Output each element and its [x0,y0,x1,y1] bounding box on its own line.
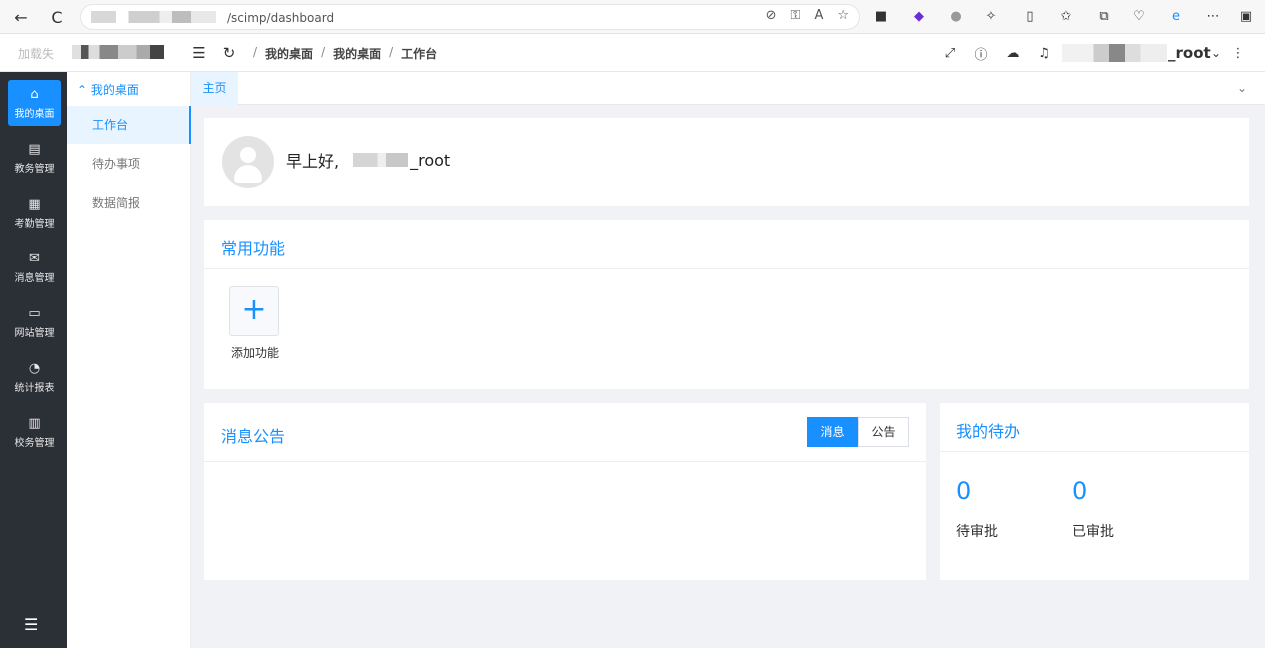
avatar [222,136,274,188]
breadcrumb-item[interactable]: 我的桌面 [265,45,313,62]
sidebar-item-messages[interactable]: ✉ 消息管理 [8,244,61,290]
sidebar-item-label: 统计报表 [14,382,55,394]
sidebar-item-label: 考勤管理 [14,218,55,230]
submenu-item-todo[interactable]: 待办事项 [67,145,191,183]
extension-icon[interactable]: ■ [873,8,889,24]
main-sidebar: ⌂ 我的桌面 ▤ 教务管理 ▦ 考勤管理 ✉ 消息管理 ▭ 网站管理 ◔ 统计报… [0,72,67,648]
breadcrumb: / 我的桌面 / 我的桌面 / 工作台 [253,45,438,62]
submenu-item-workbench[interactable]: 工作台 [67,106,191,144]
greeting: 早上好, _root [286,148,450,172]
notice-type-switch: 消息 公告 [807,417,909,447]
chevron-down-icon[interactable]: ⌄ [1206,43,1226,63]
chevron-down-icon[interactable]: ⌄ [1237,81,1247,95]
user-name-redacted [1062,44,1167,62]
todo-title: 我的待办 [956,422,1021,441]
collapse-sidebar-icon[interactable]: ☰ [24,615,38,634]
home-icon: ⌂ [30,86,39,102]
submenu-item-data-brief[interactable]: 数据简报 [67,184,191,222]
extension-purple-icon[interactable]: ◆ [911,8,927,24]
tracking-icon[interactable]: ⊘ [766,8,777,23]
approved-count[interactable]: 0 [1072,477,1087,505]
fullscreen-icon[interactable]: ⤢ [940,43,960,63]
sidebar-item-desktop[interactable]: ⌂ 我的桌面 [8,80,61,126]
name-redacted [353,153,409,167]
sidebar-item-label: 教务管理 [14,163,55,175]
extensions-icon[interactable]: ✧ [983,8,999,24]
refresh-icon[interactable]: ↻ [219,43,239,63]
user-name[interactable]: _root [1168,44,1211,62]
quick-functions-title: 常用功能 [221,239,286,258]
welcome-card: 早上好, _root [204,118,1249,206]
greeting-text: 早上好, [286,152,340,171]
collections-icon[interactable]: ⧉ [1096,8,1112,24]
upload-cloud-icon[interactable]: ☁ [1003,43,1023,63]
sidebar-item-reports[interactable]: ◔ 统计报表 [8,354,61,400]
logo-loading-text: 加载失 [18,47,55,61]
chevron-up-icon: ⌃ [77,83,88,97]
pending-count[interactable]: 0 [956,477,971,505]
more-icon[interactable]: ⋯ [1205,8,1221,24]
sidebar-toggle-icon[interactable]: ▣ [1238,8,1254,24]
back-icon[interactable]: ← [10,6,32,28]
reload-icon[interactable]: C [46,6,68,28]
address-bar[interactable]: /scimp/dashboard ⊘ ⚿ A ☆ [80,4,860,30]
printer-icon: ▥ [28,415,41,431]
quick-functions-card: 常用功能 + 添加功能 [204,220,1249,389]
pending-label: 待审批 [956,524,998,540]
edge-icon[interactable]: e [1168,8,1184,24]
browser-toolbar: ← C /scimp/dashboard ⊘ ⚿ A ☆ ■ ◆ ● ✧ ▯ ✩… [0,0,1265,34]
tab-message[interactable]: 消息 [807,417,858,447]
main-content: 主页 ⌄ 早上好, _root 常用功能 + 添加功能 消息公告 消息 公告 我… [191,72,1265,648]
help-icon[interactable]: ⓘ [971,43,991,63]
favorite-icon[interactable]: ☆ [837,8,849,23]
sidebar-item-school-affairs[interactable]: ▥ 校务管理 [8,409,61,455]
submenu-group[interactable]: ⌃ 我的桌面 [77,81,139,98]
notices-card: 消息公告 消息 公告 [204,403,926,580]
tab-home[interactable]: 主页 [191,72,238,105]
sidebar-item-label: 消息管理 [14,272,55,284]
favorites-icon[interactable]: ✩ [1058,8,1074,24]
url-text: /scimp/dashboard [227,11,335,25]
tab-bar: 主页 ⌄ [191,72,1265,105]
add-function-label: 添加功能 [231,346,280,360]
todo-card: 我的待办 0 待审批 0 已审批 [940,403,1249,580]
add-function-button[interactable]: + [229,286,279,336]
collapse-menu-icon[interactable]: ☰ [189,43,209,63]
mail-icon: ✉ [29,250,40,266]
breadcrumb-item: 工作台 [401,47,438,61]
sidebar-item-attendance[interactable]: ▦ 考勤管理 [8,190,61,236]
sidebar-item-label: 我的桌面 [14,108,55,120]
breadcrumb-item[interactable]: 我的桌面 [333,45,381,62]
kebab-menu-icon[interactable]: ⋮ [1228,43,1248,63]
performance-icon[interactable]: ♡ [1131,8,1147,24]
submenu-group-label: 我的桌面 [90,83,139,97]
split-screen-icon[interactable]: ▯ [1022,8,1038,24]
sidebar-item-label: 校务管理 [14,437,55,449]
document-icon: ▤ [28,141,41,157]
calendar-icon: ▦ [28,196,41,212]
sidebar-item-website[interactable]: ▭ 网站管理 [8,299,61,345]
submenu: ⌃ 我的桌面 工作台 待办事项 数据简报 [67,72,191,648]
sidebar-item-label: 网站管理 [14,327,55,339]
logo-redacted [72,45,164,59]
approved-label: 已审批 [1072,524,1114,540]
greeting-name: _root [410,150,451,170]
monitor-icon: ▭ [28,305,41,321]
url-redacted [91,11,216,23]
app-header: 加载失 ☰ ↻ / 我的桌面 / 我的桌面 / 工作台 ⤢ ⓘ ☁ ♫ _roo… [0,34,1265,72]
bell-icon[interactable]: ♫ [1034,43,1054,63]
notices-title: 消息公告 [221,427,286,446]
tab-notice[interactable]: 公告 [858,417,909,447]
pie-chart-icon: ◔ [28,360,41,376]
sidebar-item-academic[interactable]: ▤ 教务管理 [8,135,61,181]
extension-gray-icon[interactable]: ● [948,8,964,24]
key-icon[interactable]: ⚿ [791,8,801,23]
read-aloud-icon[interactable]: A [814,8,823,23]
